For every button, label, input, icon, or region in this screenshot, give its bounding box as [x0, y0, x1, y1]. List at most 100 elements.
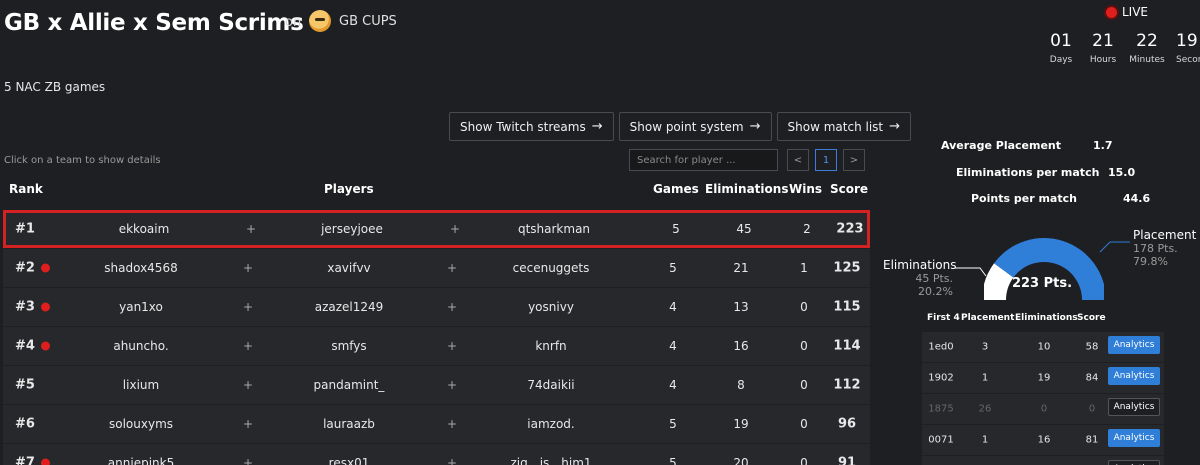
analytics-button[interactable]: Analytics [1108, 460, 1160, 465]
player-1: yan1xo [119, 300, 163, 314]
legend-placement: Placement 178 Pts. 79.8% [1133, 228, 1196, 268]
player-3: zig__is__him1 [510, 456, 592, 465]
countdown-label: Minutes [1129, 55, 1165, 65]
player-1: anniepink5 [107, 456, 175, 465]
match-placement: 1 [981, 434, 989, 446]
team-row[interactable]: #5 lixium + pandamint_ +74daikii 4 8 0 112 [3, 366, 870, 404]
match-row: 5444100Analytics [922, 456, 1164, 465]
analytics-button[interactable]: Analytics [1108, 429, 1160, 447]
plus-separator: + [246, 222, 257, 236]
team-row[interactable]: #1 ekkoaim + jerseyjoee + qtsharkman 5 45 2 223 [3, 210, 870, 248]
analytics-button[interactable]: Analytics [1108, 367, 1160, 385]
points-per-match-label: Points per match [971, 192, 1077, 205]
player-1: lixium [122, 378, 160, 392]
legend-place-pct: 79.8% [1133, 255, 1168, 268]
organizer-link[interactable]: GB CUPS [309, 10, 397, 32]
header-eliminations: Eliminations [705, 182, 789, 196]
points-per-match-value: 44.6 [1123, 192, 1151, 205]
live-indicator: LIVE [1106, 5, 1148, 19]
player-3: yosnivy [528, 300, 574, 314]
countdown-seconds: 19 Seconds [1170, 31, 1200, 65]
player-2: jerseyjoee [321, 222, 383, 236]
button-label: Show Twitch streams [460, 119, 586, 134]
button-label: Show point system [629, 119, 744, 134]
player-1: solouxyms [108, 417, 174, 431]
legend-eliminations: Eliminations 45 Pts. 20.2% [883, 258, 956, 298]
analytics-button[interactable]: Analytics [1108, 398, 1160, 416]
team-row[interactable]: #6 solouxyms + lauraazb + iamzod. 5 19 0 96 [3, 405, 870, 443]
wins-cell: 1 [800, 261, 808, 275]
arrow-right-icon: → [889, 119, 901, 134]
wins-cell: 2 [803, 222, 811, 236]
match-score: 81 [1085, 434, 1099, 446]
plus-separator: + [447, 339, 458, 353]
match-score: 58 [1085, 341, 1099, 353]
countdown-minutes: 22 Minutes [1124, 31, 1170, 65]
team-row[interactable]: #2 shadox4568 + xavifvv + cecenuggets 5 21 1 125 [3, 249, 870, 287]
plus-separator: + [447, 300, 458, 314]
score-cell: 112 [833, 377, 861, 393]
match-placement: 26 [978, 403, 992, 415]
score-cell: 114 [833, 338, 861, 354]
player-search-input[interactable] [629, 149, 778, 171]
live-dot-icon [41, 263, 50, 273]
games-cell: 5 [669, 261, 677, 275]
analytics-button[interactable]: Analytics [1108, 336, 1160, 354]
rank-cell: #1 [15, 221, 35, 237]
pagination: < 1 > [787, 149, 865, 171]
rank-cell: #5 [15, 377, 35, 393]
wins-cell: 0 [800, 378, 808, 392]
score-cell: 125 [833, 260, 861, 276]
plus-separator: + [243, 339, 254, 353]
eliminations-cell: 16 [733, 339, 749, 353]
header-games: Games [653, 182, 699, 196]
match-header-eliminations: Eliminations [1015, 313, 1078, 323]
score-cell: 96 [837, 416, 857, 432]
show-twitch-streams-button[interactable]: Show Twitch streams → [449, 112, 614, 141]
eliminations-cell: 45 [736, 222, 752, 236]
team-row[interactable]: #3 yan1xo + azazel1249 + yosnivy 4 13 0 115 [3, 288, 870, 326]
plus-separator: + [447, 378, 458, 392]
match-eliminations: 0 [1040, 403, 1048, 415]
eliminations-cell: 19 [733, 417, 749, 431]
countdown-value: 19 [1176, 31, 1198, 51]
table-header: Rank Players Games Eliminations Wins Sco… [0, 182, 870, 200]
player-3: cecenuggets [512, 261, 590, 275]
show-match-list-button[interactable]: Show match list → [776, 112, 912, 141]
player-2: xavifvv [327, 261, 371, 275]
player-2: pandamint_ [313, 378, 385, 392]
games-cell: 4 [669, 339, 677, 353]
team-row[interactable]: #4 ahuncho. + smfys + knrfn 4 16 0 114 [3, 327, 870, 365]
legend-elim-pts: 45 Pts. [915, 272, 953, 285]
match-header-first: First 4 [927, 313, 960, 323]
next-page-button[interactable]: > [843, 149, 865, 171]
team-row[interactable]: #7 anniepink5 + resx01 + zig__is__him1 5 20 0 91 [3, 444, 870, 465]
countdown-hours: 21 Hours [1082, 31, 1124, 65]
wins-cell: 0 [800, 417, 808, 431]
organizer-logo-icon [309, 10, 331, 32]
organizer-name: GB CUPS [339, 13, 397, 29]
countdown-label: Days [1049, 55, 1073, 65]
rank-cell: #4 [15, 338, 35, 354]
plus-separator: + [447, 417, 458, 431]
match-row: 1ed0 3 10 58 Analytics [922, 332, 1164, 362]
prev-page-button[interactable]: < [787, 149, 809, 171]
show-point-system-button[interactable]: Show point system → [618, 112, 772, 141]
player-2: smfys [331, 339, 367, 353]
eliminations-cell: 8 [737, 378, 745, 392]
countdown-value: 22 [1136, 31, 1158, 51]
wins-cell: 0 [800, 456, 808, 465]
wins-cell: 0 [800, 339, 808, 353]
avg-placement-label: Average Placement [941, 139, 1062, 152]
page: GB x Allie x Sem Scrims on GB CUPS LIVE … [0, 0, 1200, 465]
page-1-button[interactable]: 1 [815, 149, 837, 171]
match-header-placement: Placement [961, 313, 1015, 323]
countdown: 01 Days 21 Hours 22 Minutes 19 Seconds [1040, 31, 1200, 65]
match-id: 1902 [928, 372, 954, 384]
live-label: LIVE [1122, 5, 1149, 19]
plus-separator: + [243, 300, 254, 314]
games-cell: 5 [669, 456, 677, 465]
games-cell: 4 [669, 300, 677, 314]
player-2: lauraazb [323, 417, 375, 431]
match-placement: 1 [981, 372, 989, 384]
